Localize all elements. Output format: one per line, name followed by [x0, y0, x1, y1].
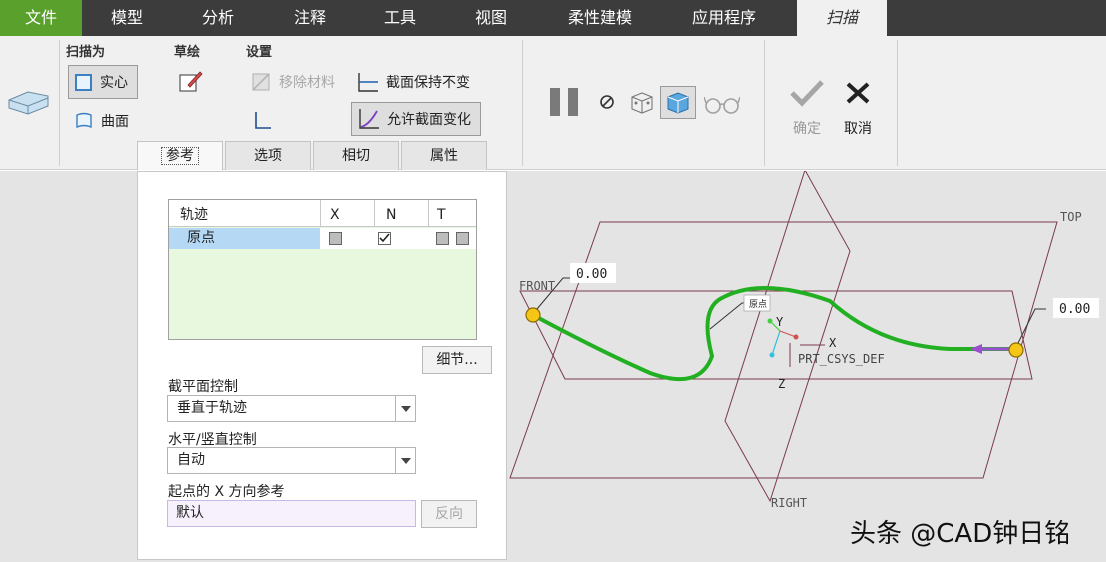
- tab-flexible-modeling[interactable]: 柔性建模: [550, 0, 650, 36]
- csys-point: [793, 334, 799, 340]
- t-checkbox-2[interactable]: [456, 232, 469, 245]
- no-preview-icon[interactable]: [599, 94, 615, 110]
- separator: [897, 40, 898, 166]
- cancel-button[interactable]: 取消: [838, 78, 878, 138]
- solid-label: 实心: [100, 75, 128, 91]
- separator: [522, 40, 523, 166]
- close-icon: [846, 82, 870, 104]
- tab-applications[interactable]: 应用程序: [672, 0, 776, 36]
- constant-section-label: 截面保持不变: [386, 75, 470, 91]
- separator: [764, 40, 765, 166]
- axis-z-label: Z: [778, 377, 785, 391]
- trajectory-curve[interactable]: [532, 286, 1016, 382]
- x-checkbox[interactable]: [329, 232, 342, 245]
- hv-control-select[interactable]: 自动: [167, 447, 416, 474]
- csys-y-axis: [771, 330, 781, 356]
- solid-button[interactable]: 实心: [68, 65, 138, 99]
- tab-view[interactable]: 视图: [452, 0, 530, 36]
- remove-material-icon: [251, 72, 271, 92]
- tab-file[interactable]: 文件: [0, 0, 82, 36]
- menu-bar: 文件 模型 分析 注释 工具 视图 柔性建模 应用程序 扫描: [0, 0, 1106, 36]
- column-n: N: [375, 200, 429, 227]
- axis-y-label: Y: [776, 315, 784, 329]
- constant-section-button[interactable]: 截面保持不变: [356, 70, 470, 94]
- details-button[interactable]: 细节...: [422, 346, 492, 374]
- variable-section-icon: [357, 107, 381, 131]
- table-row[interactable]: 原点: [169, 228, 476, 249]
- sketch-icon[interactable]: [178, 69, 204, 95]
- front-plane: [519, 290, 1033, 380]
- surface-label: 曲面: [101, 114, 129, 130]
- thicken-icon[interactable]: [253, 110, 273, 130]
- csys-label: PRT_CSYS_DEF: [798, 352, 885, 366]
- t-checkbox-1[interactable]: [436, 232, 449, 245]
- table-header: 轨迹 X N T: [169, 200, 476, 227]
- dim-left-value[interactable]: 0.00: [576, 267, 607, 282]
- csys-point: [767, 318, 773, 324]
- flip-button[interactable]: 反向: [421, 500, 477, 528]
- trajectory-name: 原点: [169, 228, 320, 249]
- section-plane-control-select[interactable]: 垂直于轨迹: [167, 395, 416, 422]
- subtab-tangency[interactable]: 相切: [313, 141, 399, 170]
- geometry-preview-icon: [667, 92, 689, 114]
- cancel-label: 取消: [844, 121, 872, 137]
- constant-section-icon: [356, 71, 380, 93]
- csys-point: [769, 352, 775, 358]
- trajectory-table: 轨迹 X N T 原点: [168, 199, 477, 340]
- pause-icon[interactable]: [550, 87, 580, 117]
- start-point-handle[interactable]: [525, 307, 541, 323]
- confirm-label: 确定: [793, 121, 821, 137]
- tab-sweep[interactable]: 扫描: [797, 0, 887, 36]
- direction-arrow-head: [970, 344, 982, 354]
- glasses-icon[interactable]: [703, 93, 741, 115]
- subtab-references[interactable]: 参考: [137, 141, 223, 170]
- remove-material-button[interactable]: 移除材料: [251, 70, 335, 94]
- surface-button[interactable]: 曲面: [75, 109, 129, 133]
- tab-model[interactable]: 模型: [88, 0, 166, 36]
- tab-analysis[interactable]: 分析: [178, 0, 258, 36]
- origin-tag-label: 原点: [749, 299, 767, 310]
- subtab-properties[interactable]: 属性: [401, 141, 487, 170]
- tab-annotate[interactable]: 注释: [270, 0, 350, 36]
- dim-right-value[interactable]: 0.00: [1059, 302, 1090, 317]
- top-plane-label: TOP: [1060, 210, 1082, 224]
- group-title-sketch: 草绘: [174, 45, 201, 60]
- check-icon: [379, 233, 390, 243]
- subtab-options[interactable]: 选项: [225, 141, 311, 170]
- geometry-preview-button[interactable]: [660, 86, 696, 119]
- n-checkbox[interactable]: [378, 232, 391, 245]
- tab-tools[interactable]: 工具: [360, 0, 440, 36]
- hv-control-label: 水平/竖直控制: [168, 432, 257, 448]
- axis-x-label: X: [829, 336, 837, 350]
- checkmark-icon: [790, 80, 824, 107]
- column-trajectory: 轨迹: [169, 200, 321, 227]
- remove-material-label: 移除材料: [279, 75, 335, 91]
- column-x: X: [321, 200, 375, 227]
- start-x-reference-label: 起点的 X 方向参考: [168, 484, 285, 500]
- right-plane-label: RIGHT: [771, 496, 807, 510]
- section-plane-control-label: 截平面控制: [168, 379, 238, 395]
- csys-x-axis: [779, 330, 797, 338]
- group-title-sweep-as: 扫描为: [66, 45, 106, 60]
- chevron-down-icon: [395, 396, 415, 421]
- references-panel: 轨迹 X N T 原点 细节... 截平面控制 垂直于轨迹 水平/竖直控制 自动…: [137, 171, 507, 560]
- separator: [59, 40, 60, 166]
- confirm-button[interactable]: 确定: [787, 78, 827, 138]
- variable-section-label: 允许截面变化: [387, 112, 471, 128]
- surface-icon: [75, 112, 93, 130]
- wireframe-preview-icon[interactable]: [628, 89, 656, 115]
- start-x-reference-field[interactable]: 默认: [167, 500, 416, 527]
- column-t: T: [437, 207, 446, 223]
- front-plane-label: FRONT: [519, 279, 555, 293]
- end-point-handle[interactable]: [1008, 342, 1024, 358]
- sweep-feature-icon: [6, 86, 50, 116]
- solid-icon: [75, 73, 92, 91]
- chevron-down-icon: [395, 448, 415, 473]
- variable-section-button[interactable]: 允许截面变化: [351, 102, 481, 136]
- group-title-settings: 设置: [246, 45, 273, 60]
- watermark: 头条 @CAD钟日铭: [850, 519, 1071, 549]
